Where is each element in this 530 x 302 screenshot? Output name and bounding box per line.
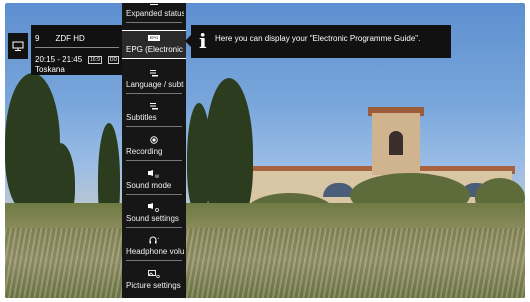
aspect-badge: 16:9 (88, 55, 102, 64)
recording-icon (122, 135, 186, 145)
menu-item-label: Recording (126, 147, 163, 156)
audio-badge: DD (107, 55, 120, 64)
tv-screen: 9 ZDF HD 20:15 - 21:45 16:9 DD Toskana E… (5, 3, 525, 298)
info-tooltip: i Here you can display your "Electronic … (185, 25, 451, 58)
sound-mode-icon: W (122, 169, 186, 179)
channel-info-panel: 9 ZDF HD 20:15 - 21:45 16:9 DD Toskana (31, 25, 123, 75)
menu-item-picture-settings[interactable]: Picture settings (122, 267, 186, 296)
options-menu: Expanded status EPG EPG (Electronic Prog… (122, 3, 186, 298)
programme-title: Toskana (35, 65, 65, 74)
programme-time: 20:15 - 21:45 (35, 55, 83, 64)
subtitles-icon (122, 101, 186, 111)
menu-item-subtitles[interactable]: Subtitles (122, 99, 186, 128)
menu-item-sound-mode[interactable]: W Sound mode (122, 167, 186, 196)
svg-text:+: + (157, 236, 159, 240)
expanded-status-icon (122, 3, 186, 7)
menu-item-sound-settings[interactable]: Sound settings (122, 200, 186, 229)
menu-item-label: Expanded status (126, 9, 184, 18)
info-icon: i (199, 29, 207, 53)
channel-number: 9 (35, 34, 40, 43)
svg-text:W: W (155, 174, 159, 178)
menu-item-label: EPG (Electronic Programme Guide) (126, 45, 184, 54)
tv-source-icon (8, 33, 28, 59)
language-icon (122, 68, 186, 78)
menu-item-expanded-status[interactable]: Expanded status (122, 3, 186, 24)
sound-settings-icon (122, 202, 186, 212)
divider (35, 47, 119, 48)
menu-item-label: Sound mode (126, 181, 172, 190)
picture-settings-icon (122, 269, 186, 279)
menu-item-label: Headphone volume (126, 247, 184, 256)
menu-item-headphone[interactable]: + Headphone volume (122, 233, 186, 262)
menu-item-epg[interactable]: EPG EPG (Electronic Programme Guide) (122, 30, 186, 59)
epg-icon: EPG (147, 35, 161, 41)
menu-item-language[interactable]: Language / subtitles (122, 66, 186, 95)
info-text: Here you can display your "Electronic Pr… (215, 34, 421, 43)
menu-item-recording[interactable]: Recording (122, 133, 186, 162)
menu-item-label: Sound settings (126, 214, 179, 223)
menu-item-label: Picture settings (126, 281, 181, 290)
channel-name: ZDF HD (55, 34, 85, 43)
menu-item-label: Language / subtitles (126, 80, 184, 89)
menu-item-label: Subtitles (126, 113, 157, 122)
headphone-icon: + (122, 235, 186, 245)
